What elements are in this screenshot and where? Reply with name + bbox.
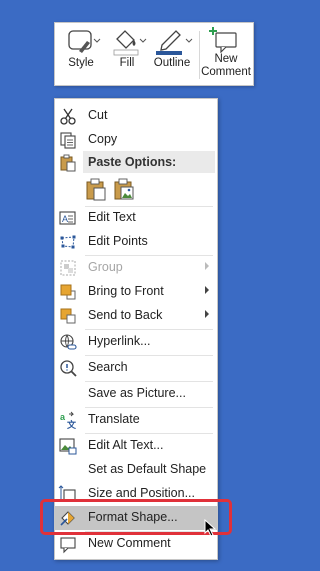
new-comment-label: New Comment — [88, 536, 171, 550]
paste-keep-source-button[interactable] — [85, 177, 107, 201]
paste-options-label: Paste Options: — [88, 155, 177, 169]
hyperlink-icon — [58, 332, 78, 352]
submenu-arrow-icon — [205, 310, 209, 318]
fill-button[interactable]: Fill — [105, 27, 149, 83]
copy-icon — [58, 130, 78, 150]
fill-label: Fill — [119, 57, 135, 69]
svg-text:A: A — [62, 214, 68, 224]
menu-item-save-as-picture[interactable]: Save as Picture... — [55, 382, 217, 406]
save-as-picture-label: Save as Picture... — [88, 386, 186, 400]
scissors-icon — [58, 106, 78, 126]
paste-keep-source-icon — [86, 178, 106, 201]
menu-item-send-to-back[interactable]: Send to Back — [55, 304, 217, 328]
clipboard-icon — [58, 153, 78, 173]
cut-label: Cut — [88, 108, 108, 122]
menu-item-set-default-shape[interactable]: Set as Default Shape — [55, 458, 217, 482]
search-label: Search — [88, 360, 128, 374]
send-to-back-label: Send to Back — [88, 308, 163, 322]
edit-alt-text-label: Edit Alt Text... — [88, 438, 164, 452]
menu-item-search[interactable]: Search — [55, 356, 217, 380]
paste-picture-icon — [114, 178, 134, 200]
translate-icon: a 文 — [58, 410, 78, 430]
svg-text:文: 文 — [66, 419, 77, 430]
menu-item-bring-to-front[interactable]: Bring to Front — [55, 280, 217, 304]
size-and-position-label: Size and Position... — [88, 486, 196, 500]
style-label: Style — [68, 57, 94, 69]
new-comment-label-line1: New — [214, 53, 238, 65]
copy-label: Copy — [88, 132, 118, 146]
comment-icon — [58, 534, 78, 554]
menu-item-edit-text[interactable]: A Edit Text — [55, 206, 217, 230]
menu-item-copy[interactable]: Copy — [55, 128, 217, 152]
menu-item-new-comment[interactable]: New Comment — [55, 532, 217, 556]
alt-text-icon — [58, 436, 78, 456]
set-default-shape-label: Set as Default Shape — [88, 462, 207, 476]
smart-lookup-icon — [58, 358, 78, 378]
style-button[interactable]: Style — [59, 27, 103, 83]
outline-button[interactable]: Outline — [149, 27, 195, 83]
submenu-arrow-icon — [205, 286, 209, 294]
group-icon — [58, 258, 78, 278]
menu-item-edit-points[interactable]: Edit Points — [55, 230, 217, 254]
paste-options-header: Paste Options: — [83, 151, 215, 173]
menu-item-cut[interactable]: Cut — [55, 104, 217, 128]
menu-item-edit-alt-text[interactable]: Edit Alt Text... — [55, 434, 217, 458]
new-comment-label-line2: Comment — [201, 66, 251, 78]
paint-bucket-icon — [105, 27, 149, 57]
svg-text:a: a — [60, 412, 66, 422]
bring-to-front-label: Bring to Front — [88, 284, 164, 298]
new-comment-button[interactable]: New Comment — [201, 25, 251, 81]
group-label: Group — [88, 260, 123, 274]
translate-label: Translate — [88, 412, 140, 426]
edit-points-icon — [58, 232, 78, 252]
bring-to-front-icon — [58, 282, 78, 302]
pen-outline-icon — [150, 27, 194, 57]
shape-style-icon — [59, 27, 103, 57]
outline-label: Outline — [153, 57, 191, 69]
menu-item-translate[interactable]: a 文 Translate — [55, 408, 217, 432]
edit-text-label: Edit Text — [88, 210, 136, 224]
new-comment-icon — [201, 25, 251, 53]
mouse-cursor-icon — [204, 518, 218, 542]
paste-picture-button[interactable] — [113, 177, 135, 201]
edit-points-label: Edit Points — [88, 234, 148, 248]
context-menu: Cut Copy Paste Options: A Edit Text Edit… — [54, 98, 218, 560]
menu-item-hyperlink[interactable]: Hyperlink... — [55, 330, 217, 354]
send-to-back-icon — [58, 306, 78, 326]
mini-toolbar: Style Fill Outline New Comment — [54, 22, 254, 86]
submenu-arrow-icon — [205, 262, 209, 270]
edit-text-icon: A — [58, 208, 78, 228]
menu-item-group: Group — [55, 256, 217, 280]
toolbar-divider — [199, 31, 200, 79]
hyperlink-label: Hyperlink... — [88, 334, 151, 348]
